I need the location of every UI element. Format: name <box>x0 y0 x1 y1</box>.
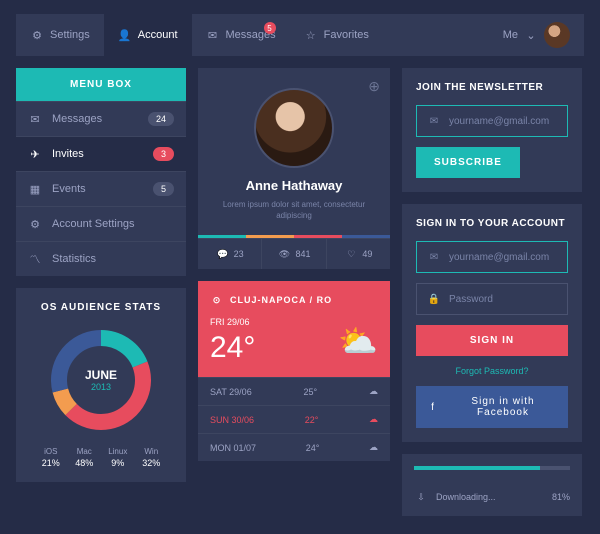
mail-icon: ✉ <box>427 114 441 128</box>
gear-icon: ⚙ <box>30 28 44 42</box>
add-icon[interactable]: ⊕ <box>368 78 380 95</box>
download-label: Downloading... <box>436 492 544 502</box>
profile-desc: Lorem ipsum dolor sit amet, consectetur … <box>212 199 376 221</box>
cloud-icon: ☁ <box>369 386 378 397</box>
newsletter-email-input[interactable]: ✉yourname@gmail.com <box>416 105 568 137</box>
star-icon: ☆ <box>304 28 318 42</box>
stat-likes[interactable]: ♡49 <box>327 239 390 269</box>
download-card: ⇩ Downloading... 81% <box>402 454 582 516</box>
download-percent: 81% <box>552 492 570 502</box>
newsletter-title: JOIN THE NEWSLETTER <box>416 82 568 93</box>
nav-settings[interactable]: ⚙Settings <box>16 14 104 56</box>
profile-avatar <box>254 88 334 168</box>
facebook-signin-button[interactable]: fSign in with Facebook <box>416 386 568 428</box>
progress-bar <box>414 466 570 470</box>
gear-icon: ⚙ <box>28 217 42 231</box>
nav-messages[interactable]: ✉Messages5 <box>192 14 290 56</box>
weather-location: ⊙CLUJ-NAPOCA / RO <box>210 293 378 307</box>
lock-icon: 🔒 <box>427 292 441 306</box>
profile-stats: 💬23 👁841 ♡49 <box>198 238 390 269</box>
heart-icon: ♡ <box>344 247 358 261</box>
menu-statistics[interactable]: 〽Statistics <box>16 241 186 276</box>
newsletter-card: JOIN THE NEWSLETTER ✉yourname@gmail.com … <box>402 68 582 192</box>
os-stats-panel: OS AUDIENCE STATS JUNE2013 iOS21% Mac48%… <box>16 288 186 482</box>
stat-views[interactable]: 👁841 <box>262 239 326 269</box>
menu-account-settings[interactable]: ⚙Account Settings <box>16 206 186 241</box>
segment-bar <box>198 235 390 238</box>
subscribe-button[interactable]: SUBSCRIBE <box>416 147 520 178</box>
chevron-down-icon: ⌄ <box>524 28 538 42</box>
profile-name: Anne Hathaway <box>212 178 376 193</box>
donut-chart: JUNE2013 <box>46 325 156 435</box>
mail-icon: ✉ <box>28 112 42 126</box>
cloud-icon: ☁ <box>369 442 378 453</box>
email-input[interactable]: ✉yourname@gmail.com <box>416 241 568 273</box>
send-icon: ✈ <box>28 147 42 161</box>
messages-badge: 5 <box>264 22 276 34</box>
signin-card: SIGN IN TO YOUR ACCOUNT ✉yourname@gmail.… <box>402 204 582 442</box>
eye-icon: 👁 <box>277 247 291 261</box>
nav-favorites[interactable]: ☆Favorites <box>290 14 383 56</box>
user-menu[interactable]: Me⌄ <box>489 14 584 56</box>
user-icon: 👤 <box>118 28 132 42</box>
forecast-row: SUN 30/0622°☁ <box>198 405 390 433</box>
mail-icon: ✉ <box>206 28 220 42</box>
comment-icon: 💬 <box>216 247 230 261</box>
menu-events[interactable]: ▦Events5 <box>16 171 186 206</box>
chart-icon: 〽 <box>28 252 42 266</box>
menu-box: MENU BOX ✉Messages24 ✈Invites3 ▦Events5 … <box>16 68 186 276</box>
forgot-password-link[interactable]: Forgot Password? <box>416 366 568 376</box>
profile-card: ⊕ Anne Hathaway Lorem ipsum dolor sit am… <box>198 68 390 269</box>
menu-invites[interactable]: ✈Invites3 <box>16 136 186 171</box>
pin-icon: ⊙ <box>210 293 224 307</box>
chart-legend: iOS21% Mac48% Linux9% Win32% <box>30 447 172 468</box>
forecast-row: MON 01/0724°☁ <box>198 433 390 461</box>
top-nav: ⚙Settings 👤Account ✉Messages5 ☆Favorites… <box>16 14 584 56</box>
weather-icon: ⛅ <box>338 322 378 360</box>
facebook-icon: f <box>426 400 440 414</box>
stat-comments[interactable]: 💬23 <box>198 239 262 269</box>
cloud-icon: ☁ <box>369 414 378 425</box>
menu-header: MENU BOX <box>16 68 186 101</box>
signin-title: SIGN IN TO YOUR ACCOUNT <box>416 218 568 229</box>
forecast-row: SAT 29/0625°☁ <box>198 377 390 405</box>
password-input[interactable]: 🔒Password <box>416 283 568 315</box>
mail-icon: ✉ <box>427 250 441 264</box>
download-icon: ⇩ <box>414 490 428 504</box>
avatar <box>544 22 570 48</box>
menu-messages[interactable]: ✉Messages24 <box>16 101 186 136</box>
calendar-icon: ▦ <box>28 182 42 196</box>
nav-account[interactable]: 👤Account <box>104 14 192 56</box>
chart-title: OS AUDIENCE STATS <box>30 302 172 313</box>
signin-button[interactable]: SIGN IN <box>416 325 568 356</box>
weather-card: ⊙CLUJ-NAPOCA / RO FRI 29/0624° ⛅ SAT 29/… <box>198 281 390 461</box>
